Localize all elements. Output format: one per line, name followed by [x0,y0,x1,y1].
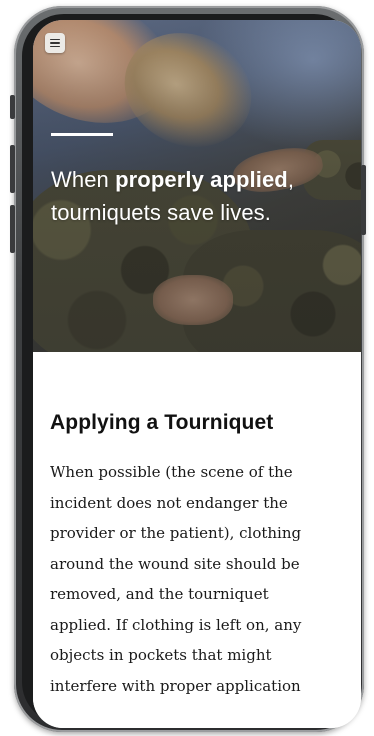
body-line: incident does not endanger the [50,493,288,512]
body-line: removed, and the tourniquet [50,585,269,603]
body-line: When possible (the scene of the [50,463,293,481]
phone-volume-up-button [10,145,15,193]
body-line: objects in pockets that might [50,646,272,664]
hamburger-menu-icon[interactable] [45,33,65,53]
headline-comma: , [287,167,295,192]
article-body: When possible (the scene of the incident… [50,457,350,701]
headline-line-2: tourniquets save lives. [51,200,271,225]
body-line: interfere with proper application [50,676,301,695]
phone-power-button [361,165,366,235]
body-line: provider or the patient), clothing [50,524,302,542]
phone-screen: When properly applied, tourniquets save … [33,20,361,728]
hero-headline: When properly applied, tourniquets save … [51,163,351,229]
article-content: Applying a Tourniquet When possible (the… [33,352,361,728]
body-line: around the wound site should be [50,554,300,573]
headline-emphasis: properly applied [115,167,288,192]
article-title: Applying a Tourniquet [50,411,274,434]
body-line: applied. If clothing is left on, any [50,615,302,634]
headline-prefix: When [51,167,116,192]
hero-banner: When properly applied, tourniquets save … [33,20,361,352]
phone-side-button [10,95,15,119]
phone-volume-down-button [10,205,15,253]
headline-accent-line [51,133,113,136]
